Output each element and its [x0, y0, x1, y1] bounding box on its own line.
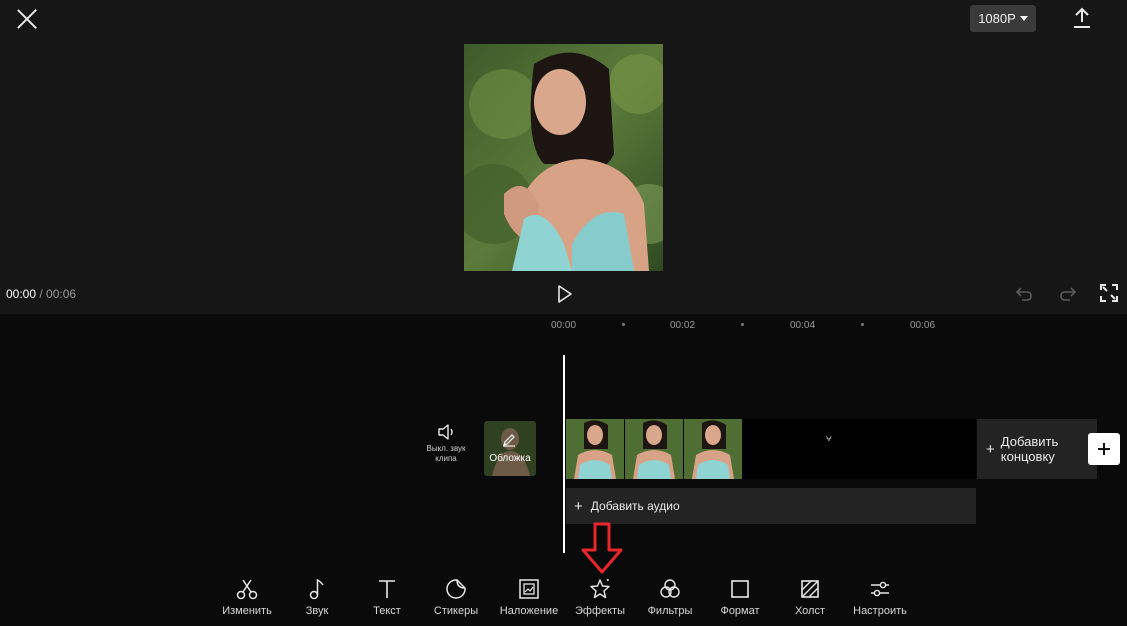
- adjust-sliders-icon: [871, 581, 889, 597]
- ruler-dot: [861, 323, 864, 326]
- tool-overlay-label: Наложение: [499, 605, 559, 617]
- tool-edit[interactable]: Изменить: [212, 577, 282, 623]
- cover-button[interactable]: Обложка: [484, 421, 536, 476]
- tool-sound[interactable]: Звук: [282, 577, 352, 623]
- filters-icon: [660, 579, 680, 598]
- ruler-label: 00:00: [551, 320, 577, 331]
- plus-icon: [1098, 443, 1110, 455]
- ruler-label: 00:06: [910, 320, 936, 331]
- tool-stickers-label: Стикеры: [433, 605, 479, 617]
- overlay-icon: [519, 579, 539, 599]
- cover-label: Обложка: [489, 453, 531, 464]
- format-square-icon: [731, 580, 749, 598]
- tool-sound-label: Звук: [305, 605, 329, 617]
- add-ending-button[interactable]: + Добавить концовку: [977, 419, 1097, 479]
- tool-canvas-label: Холст: [794, 605, 826, 617]
- playhead[interactable]: [563, 355, 565, 553]
- time-readout: 00:00 / 00:06: [6, 287, 76, 301]
- pencil-icon: [503, 434, 515, 447]
- sticker-icon: [446, 579, 466, 599]
- add-clip-button[interactable]: [1088, 433, 1120, 465]
- tool-format[interactable]: Формат: [705, 577, 775, 623]
- ruler-label: 00:02: [670, 320, 696, 331]
- plus-icon: +: [574, 497, 583, 515]
- play-icon[interactable]: [555, 284, 575, 304]
- video-preview-frame[interactable]: [464, 44, 663, 271]
- clip-thumbnail: [566, 419, 624, 479]
- fullscreen-icon[interactable]: [1100, 284, 1118, 302]
- mute-label-line2: клипа: [435, 454, 457, 463]
- speaker-icon: [438, 424, 453, 440]
- tool-edit-label: Изменить: [222, 605, 272, 617]
- total-time: 00:06: [46, 287, 77, 301]
- ruler-dot: [741, 323, 744, 326]
- tool-effects[interactable]: Эффекты: [565, 577, 635, 623]
- resolution-label: 1080P: [978, 11, 1016, 26]
- music-note-icon: [309, 578, 324, 600]
- mute-label-line1: Выкл. звук: [426, 444, 466, 453]
- clip-thumbnail: [625, 419, 683, 479]
- time-separator: /: [36, 287, 47, 301]
- clip-thumbnail: [684, 419, 742, 479]
- transition-marker[interactable]: ⩝: [826, 433, 832, 444]
- canvas-icon: [801, 580, 819, 598]
- mute-clip-button[interactable]: Выкл. звук клипа: [418, 424, 474, 474]
- ruler-dot: [622, 323, 625, 326]
- add-ending-line2: концовку: [1000, 449, 1055, 464]
- tool-canvas[interactable]: Холст: [775, 577, 845, 623]
- tool-filters[interactable]: Фильтры: [635, 577, 705, 623]
- caret-down-icon: [1019, 16, 1028, 21]
- undo-icon[interactable]: [1014, 284, 1034, 304]
- ruler-label: 00:04: [790, 320, 816, 331]
- tool-format-label: Формат: [720, 605, 760, 617]
- redo-icon[interactable]: [1058, 284, 1078, 304]
- red-arrow-annotation: [581, 522, 623, 574]
- resolution-dropdown[interactable]: 1080P: [970, 5, 1036, 32]
- text-icon: [379, 580, 395, 598]
- effects-star-icon: [590, 578, 610, 599]
- add-ending-label: Добавить концовку: [1001, 434, 1058, 464]
- tool-adjust-label: Настроить: [853, 605, 907, 617]
- scissors-icon: [236, 579, 258, 600]
- tool-filters-label: Фильтры: [647, 605, 693, 617]
- add-ending-line1: Добавить: [1000, 434, 1059, 449]
- upload-icon[interactable]: [1070, 6, 1094, 30]
- tool-overlay[interactable]: Наложение: [494, 577, 564, 623]
- plus-icon: +: [986, 440, 995, 458]
- close-icon[interactable]: [14, 6, 40, 32]
- add-audio-label: Добавить аудио: [590, 499, 680, 513]
- tool-text[interactable]: Текст: [352, 577, 422, 623]
- tool-adjust[interactable]: Настроить: [845, 577, 915, 623]
- add-audio-button[interactable]: + Добавить аудио: [566, 488, 976, 524]
- tool-stickers[interactable]: Стикеры: [421, 577, 491, 623]
- tool-text-label: Текст: [373, 605, 401, 617]
- current-time: 00:00: [6, 287, 37, 301]
- video-clip-track[interactable]: ⩝: [566, 419, 976, 479]
- tool-effects-label: Эффекты: [574, 605, 625, 617]
